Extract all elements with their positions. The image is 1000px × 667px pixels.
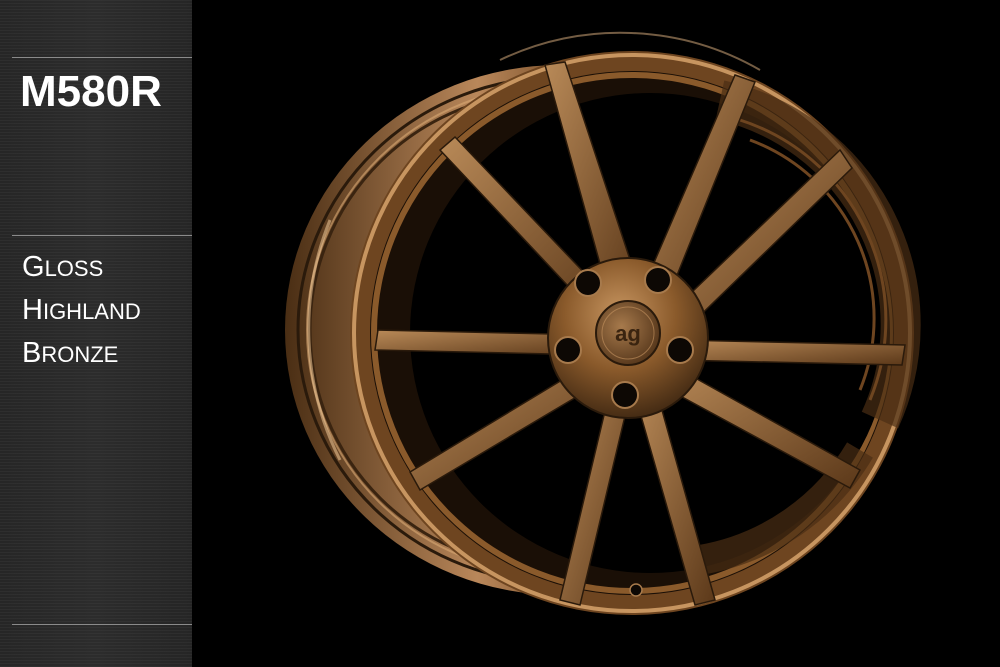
finish-word-gloss: GLOSS <box>22 251 104 283</box>
lug-hole <box>554 336 582 364</box>
lug-hole <box>611 381 639 409</box>
finish-word-highland: HIGHLAND <box>22 294 141 326</box>
sidebar-panel: M580R GLOSS HIGHLAND BRONZE <box>0 0 192 667</box>
finish-word-bronze: BRONZE <box>22 337 119 369</box>
finish-name: GLOSS HIGHLAND BRONZE <box>22 246 141 375</box>
valve-stem <box>629 583 643 597</box>
lug-hole <box>644 266 672 294</box>
divider-bottom <box>12 624 192 625</box>
wheel-illustration: ag <box>285 31 921 615</box>
lug-hole <box>574 269 602 297</box>
center-cap-logo: ag <box>615 321 641 346</box>
wheel-photo: ag <box>192 0 1000 667</box>
divider-middle <box>12 235 192 236</box>
lug-hole <box>666 336 694 364</box>
model-name: M580R <box>20 67 162 116</box>
divider-top <box>12 57 192 58</box>
